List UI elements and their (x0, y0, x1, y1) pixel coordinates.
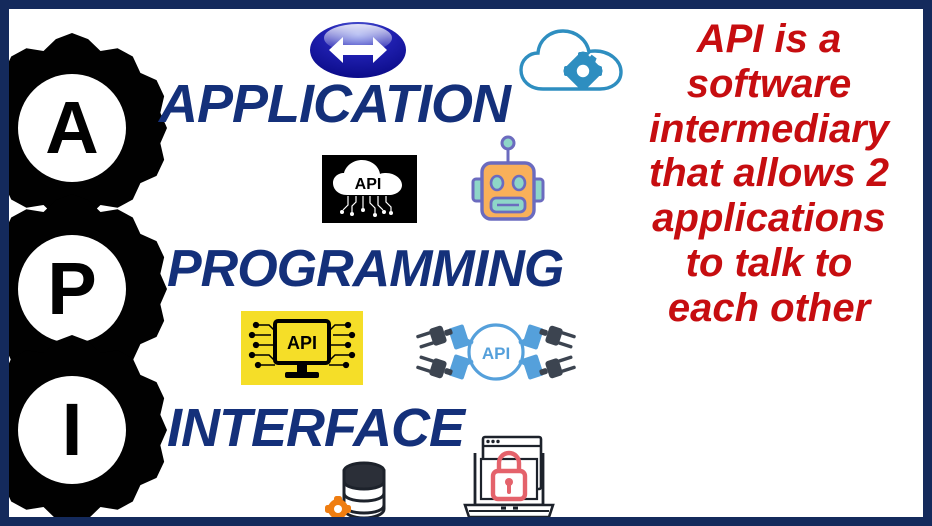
gear-letter: A (45, 86, 99, 169)
definition-line: each other (667, 285, 871, 330)
definition-line: software (686, 61, 852, 106)
gear-letter-i: I (9, 335, 167, 517)
api-plugs-label: API (482, 344, 510, 363)
word-application: APPLICATION (159, 74, 511, 134)
word-interface: INTERFACE (167, 398, 465, 458)
word-programming: PROGRAMMING (167, 240, 564, 298)
api-plugs-icon: API (407, 314, 585, 390)
api-cloud-icon: API (322, 155, 417, 223)
definition-line: API is a (696, 17, 842, 61)
definition-line: intermediary (648, 106, 890, 151)
definition-line: that allows 2 (648, 151, 890, 196)
api-cloud-label: API (355, 176, 382, 193)
api-monitor-label: API (287, 333, 317, 353)
robot-icon (471, 135, 545, 223)
api-definition-text: API is a software intermediary that allo… (621, 17, 917, 331)
gear-hub: I (18, 376, 126, 484)
gear-letter: P (47, 247, 97, 330)
api-monitor-icon: API (241, 311, 363, 385)
definition-line: to talk to (685, 240, 853, 285)
gear-hub: A (18, 74, 126, 182)
double-arrow-icon (309, 21, 407, 79)
gear-hub: P (18, 235, 126, 343)
definition-line: applications (652, 196, 886, 241)
cloud-gear-icon (517, 27, 627, 99)
database-gear-icon (319, 451, 397, 517)
laptop-lock-icon (457, 429, 561, 517)
api-infographic-poster: A P I APPLICATION PROGRAMMING INTERFACE … (0, 0, 932, 526)
gear-letter: I (61, 388, 83, 471)
poster-canvas: A P I APPLICATION PROGRAMMING INTERFACE … (9, 9, 923, 517)
